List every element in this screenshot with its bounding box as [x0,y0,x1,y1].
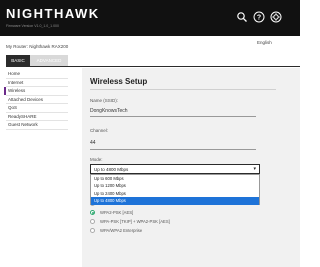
sidebar-item-readyshare[interactable]: ReadySHARE [6,113,68,121]
tab-basic[interactable]: BASIC [6,55,30,66]
firmware-version: Firmware Version V1.0_1.0_1.000 [6,24,59,28]
ssid-input[interactable]: DongKnowsTech [90,108,128,114]
chevron-down-icon: ▾ [253,166,256,172]
security-option-label: WPA2-PSK [AES] [100,209,134,215]
radio-wpa2-psk[interactable] [90,209,95,215]
sidebar-item-wireless[interactable]: Wireless [4,87,68,96]
security-option-wpa-wpa2-mixed[interactable]: WPA-PSK [TKIP] + WPA2-PSK [AES] [90,217,170,225]
tab-divider [6,66,300,67]
radio-wpa-wpa2-mixed[interactable] [90,218,95,224]
main-panel: Wireless Setup Name (SSID): DongKnowsTec… [82,68,300,267]
sidebar-item-guest-network[interactable]: Guest Network [6,121,68,130]
brand-logo: NIGHTHAWK [6,6,100,21]
router-model: My Router: Nighthawk RAX200 [6,44,69,49]
security-option-label: WPA/WPA2 Enterprise [100,227,143,233]
security-option-label: WPA-PSK [TKIP] + WPA2-PSK [AES] [100,218,170,224]
help-icon[interactable]: ? [253,11,265,23]
language-selector[interactable]: English [257,40,272,45]
ssid-label: Name (SSID): [90,98,119,103]
sidebar-item-attached-devices[interactable]: Attached Devices [6,96,68,104]
title-divider [90,89,276,90]
mode-option-2400[interactable]: Up to 2400 Mbps [91,190,259,197]
top-header: NIGHTHAWK Firmware Version V1.0_1.0_1.00… [0,0,300,36]
sidebar-item-qos[interactable]: QoS [6,104,68,113]
mode-option-600[interactable]: Up to 600 Mbps [91,175,259,182]
search-icon[interactable] [236,11,248,23]
mode-option-1200[interactable]: Up to 1200 Mbps [91,182,259,189]
channel-label: Channel: [90,128,109,133]
ssid-underline [90,116,256,117]
mode-select-value: Up to 4800 Mbps [94,166,129,172]
svg-text:?: ? [257,14,261,21]
security-option-wpa2-psk[interactable]: WPA2-PSK [AES] [90,208,133,216]
mode-select[interactable]: Up to 4800 Mbps ▾ [90,164,260,174]
channel-underline [90,149,256,150]
sidebar: Home Internet Wireless Attached Devices … [4,70,68,130]
sidebar-item-internet[interactable]: Internet [6,79,68,87]
security-option-enterprise[interactable]: WPA/WPA2 Enterprise [90,226,142,234]
page-title: Wireless Setup [90,77,148,86]
radio-enterprise[interactable] [90,227,95,233]
mode-option-4800[interactable]: Up to 4800 Mbps [91,197,259,205]
mode-label: Mode: [90,157,103,162]
tab-advanced[interactable]: ADVANCED [30,55,68,66]
channel-select[interactable]: 44 [90,140,96,146]
mode-dropdown-list: Up to 600 Mbps Up to 1200 Mbps Up to 240… [90,174,260,205]
sidebar-item-home[interactable]: Home [6,70,68,79]
gear-icon[interactable] [270,11,282,23]
